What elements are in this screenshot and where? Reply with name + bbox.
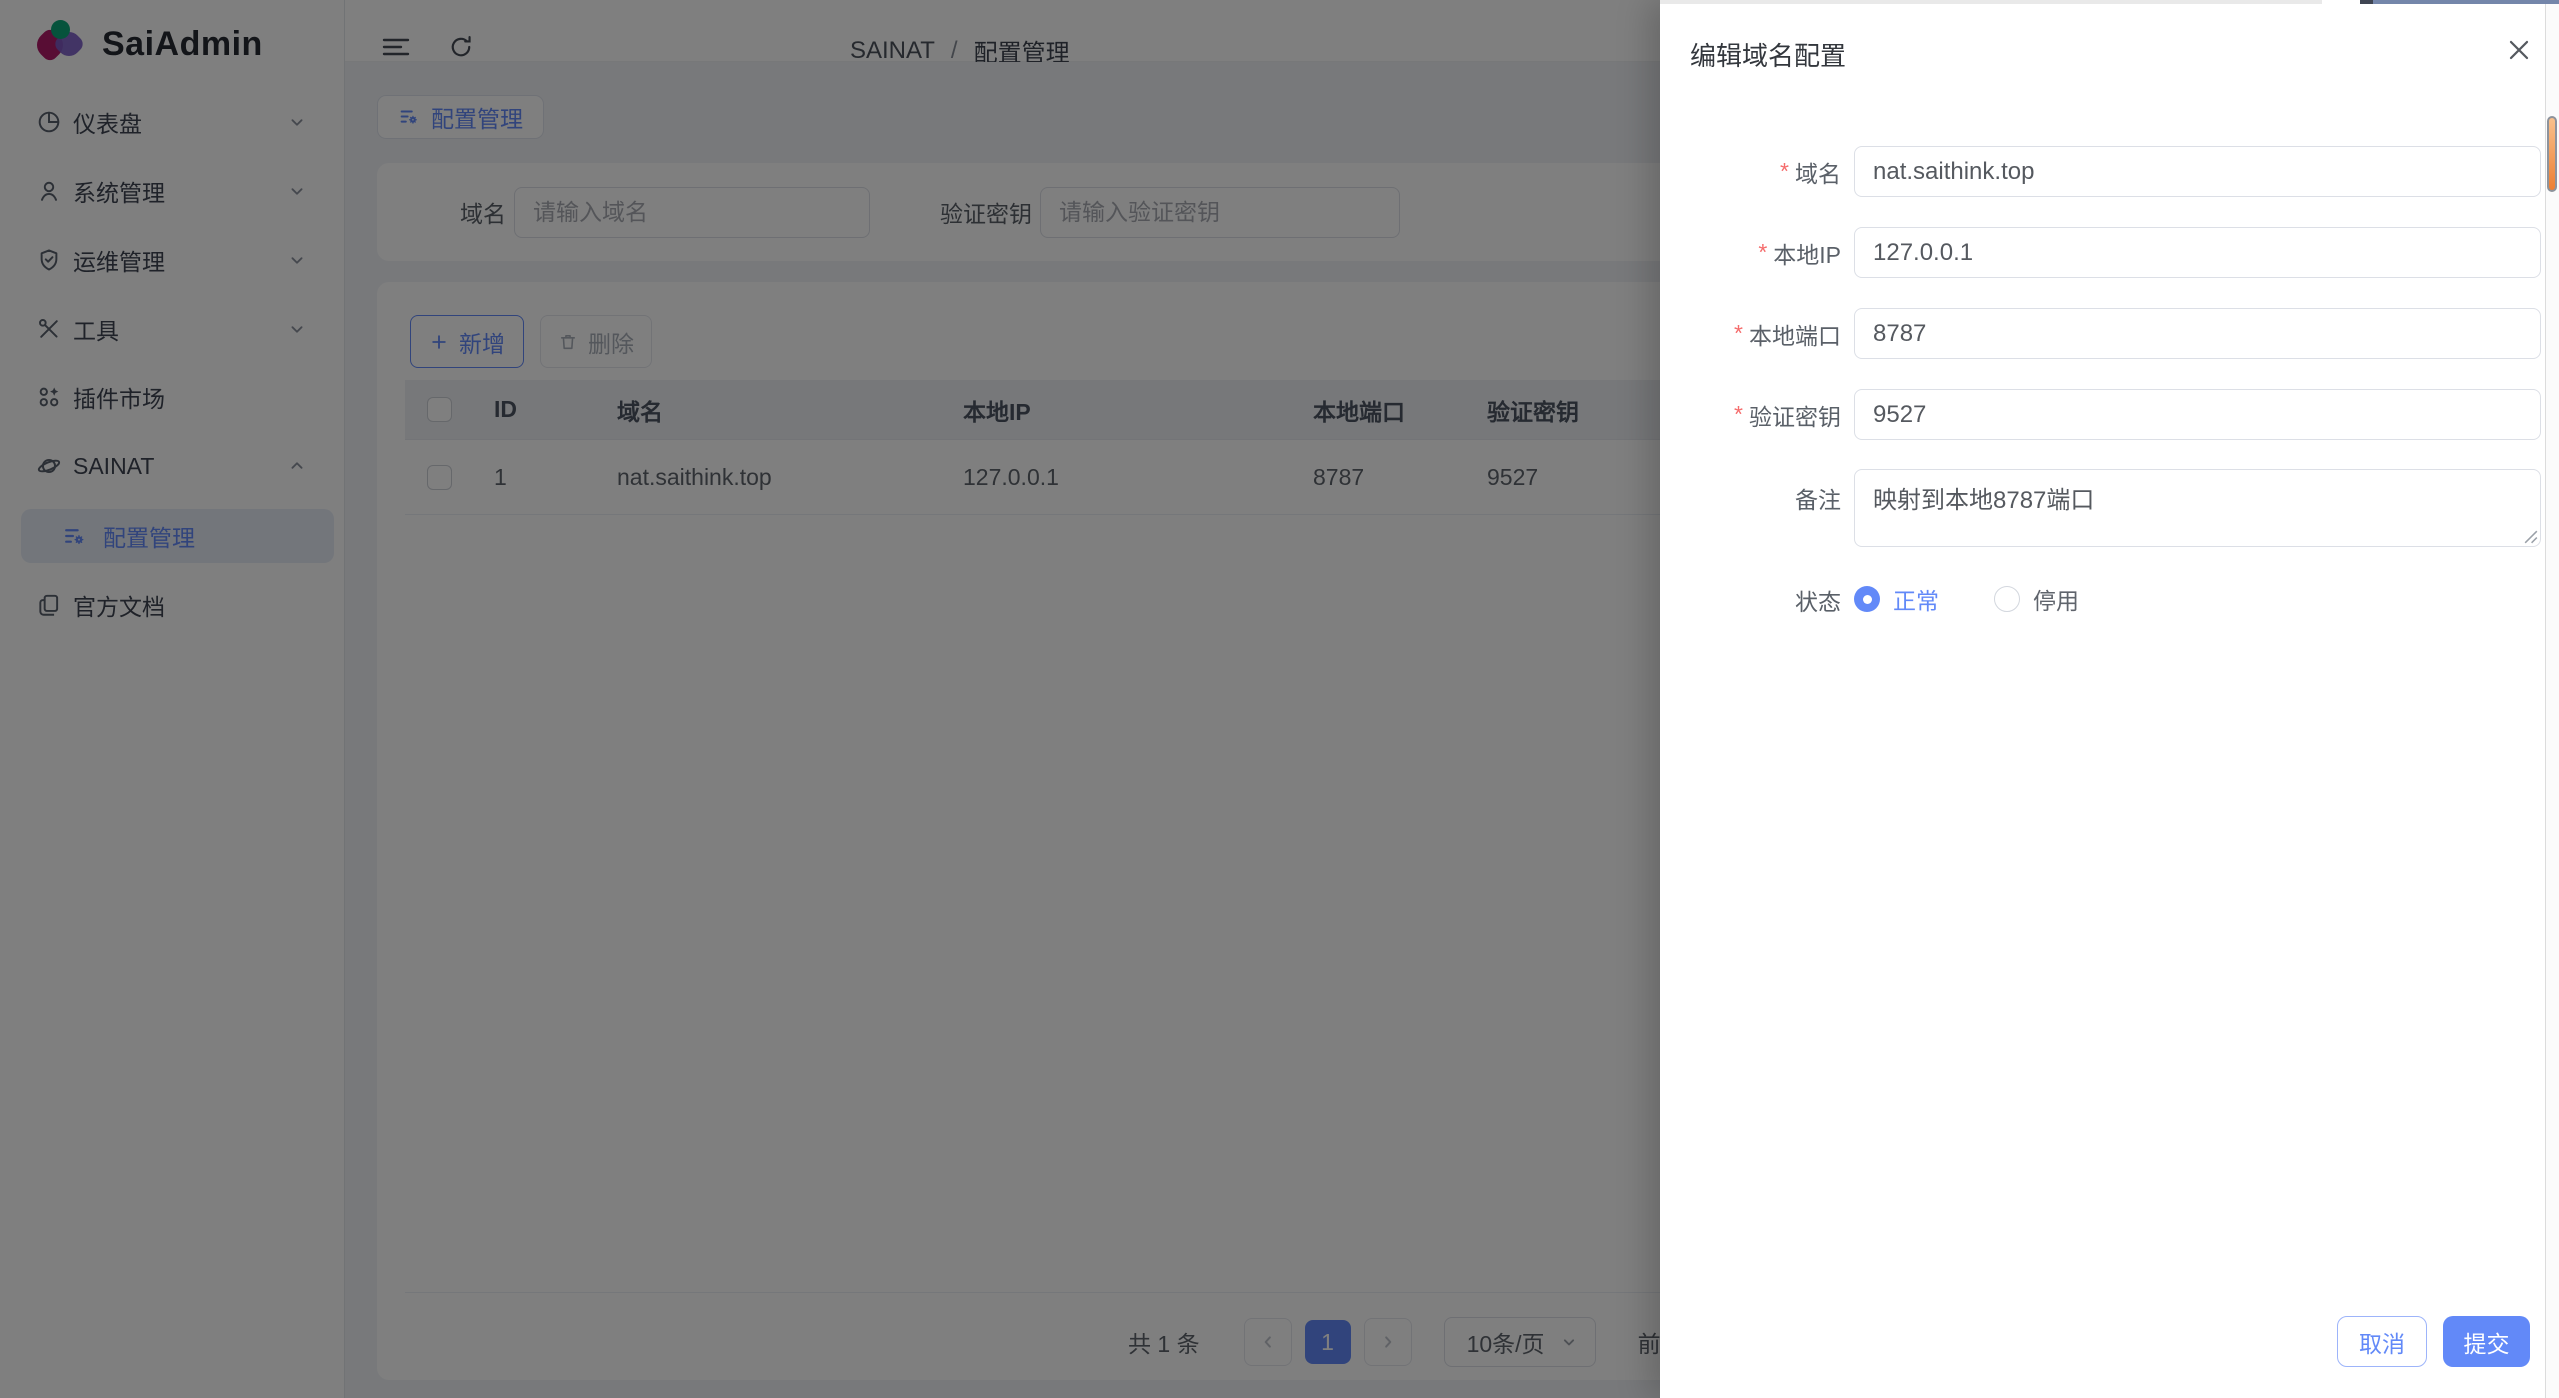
- status-option-label: 停用: [2033, 588, 2079, 614]
- radio-selected-icon: [1854, 586, 1880, 612]
- window-top-edge: [1660, 0, 2322, 4]
- edit-domain-drawer: 编辑域名配置 域名 本地IP 本地端口 验证密钥 备注 映射到本地8787端口: [1660, 0, 2545, 1398]
- form-row-local-port: 本地端口: [1673, 308, 2541, 359]
- status-radio-normal[interactable]: 正常: [1854, 582, 1939, 616]
- window-top-edge: [2360, 0, 2559, 4]
- radio-unselected-icon: [1994, 586, 2020, 612]
- field-label-domain: 域名: [1673, 146, 1841, 197]
- local-ip-input[interactable]: [1854, 227, 2541, 278]
- form-row-status: 状态: [1673, 585, 1841, 615]
- form-row-key: 验证密钥: [1673, 389, 2541, 440]
- key-input[interactable]: [1854, 389, 2541, 440]
- form-row-remark: 备注 映射到本地8787端口: [1673, 469, 2541, 547]
- window-top-edge: [2360, 0, 2373, 4]
- field-label-local-port: 本地端口: [1673, 308, 1841, 359]
- field-label-status: 状态: [1795, 589, 1841, 615]
- status-radio-disabled[interactable]: 停用: [1994, 582, 2079, 616]
- close-icon[interactable]: [2503, 34, 2535, 66]
- status-radio-group: 正常 停用: [1854, 582, 2079, 616]
- submit-button[interactable]: 提交: [2443, 1316, 2530, 1367]
- field-label-local-ip: 本地IP: [1673, 227, 1841, 278]
- local-port-input[interactable]: [1854, 308, 2541, 359]
- window-scrollbar-thumb[interactable]: [2547, 116, 2557, 192]
- drawer-title: 编辑域名配置: [1690, 41, 1847, 71]
- cancel-button[interactable]: 取消: [2337, 1316, 2427, 1367]
- window-top-edge: [2322, 0, 2360, 4]
- status-option-label: 正常: [1893, 588, 1939, 614]
- form-row-local-ip: 本地IP: [1673, 227, 2541, 278]
- field-label-key: 验证密钥: [1673, 389, 1841, 440]
- form-row-domain: 域名: [1673, 146, 2541, 197]
- field-label-remark: 备注: [1795, 487, 1841, 513]
- remark-textarea[interactable]: 映射到本地8787端口: [1854, 469, 2541, 547]
- domain-input[interactable]: [1854, 146, 2541, 197]
- window-scrollbar-track[interactable]: [2545, 0, 2559, 1398]
